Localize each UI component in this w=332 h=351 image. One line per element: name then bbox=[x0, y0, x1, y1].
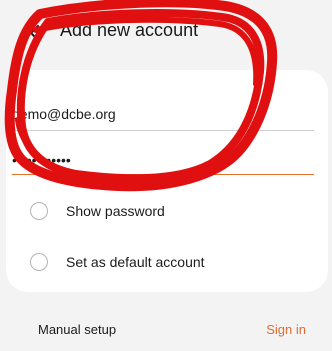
default-account-checkbox[interactable] bbox=[30, 253, 48, 271]
back-button[interactable] bbox=[20, 18, 50, 48]
password-value: •••••••••••• bbox=[12, 152, 71, 168]
sign-in-button[interactable]: Sign in bbox=[266, 322, 306, 337]
password-field[interactable]: •••••••••••• bbox=[12, 140, 314, 175]
show-password-checkbox[interactable] bbox=[30, 202, 48, 220]
default-account-label: Set as default account bbox=[66, 254, 205, 270]
manual-setup-button[interactable]: Manual setup bbox=[38, 322, 116, 337]
show-password-label: Show password bbox=[66, 203, 165, 219]
account-form-card: demo@dcbe.org •••••••••••• Show password… bbox=[6, 70, 328, 292]
email-value: demo@dcbe.org bbox=[12, 106, 116, 122]
page-title: Add new account bbox=[60, 20, 199, 40]
email-field[interactable]: demo@dcbe.org bbox=[12, 96, 314, 131]
back-arrow-icon bbox=[30, 25, 39, 41]
footer-bar: Manual setup Sign in bbox=[0, 300, 332, 351]
app-header: Add new account bbox=[0, 0, 332, 64]
